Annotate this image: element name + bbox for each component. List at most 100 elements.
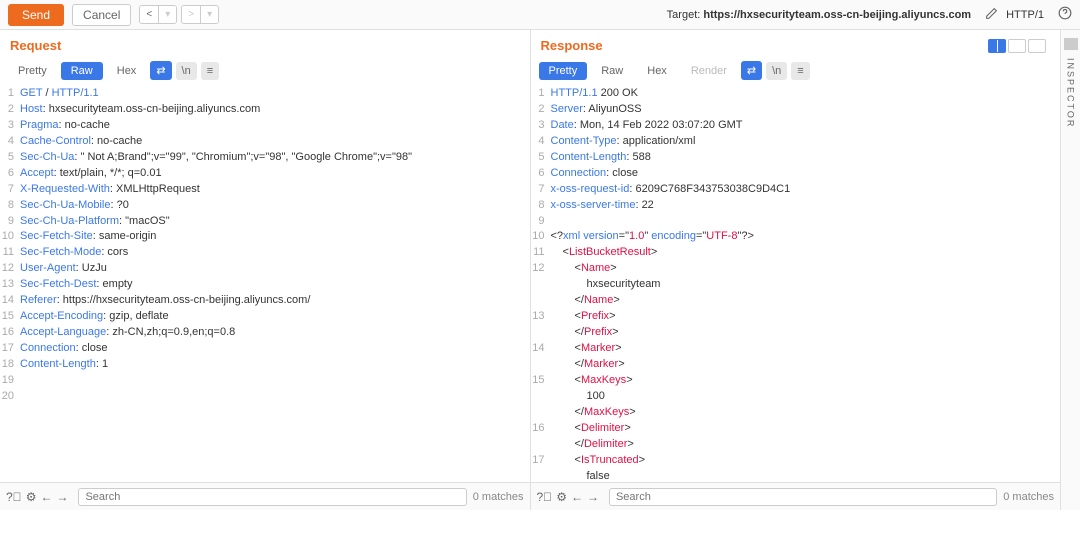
code-line[interactable]: 1GET / HTTP/1.1 [0,86,530,102]
code-line[interactable]: 5Content-Length: 588 [531,150,1061,166]
code-line[interactable]: 10<?xml version="1.0" encoding="UTF-8"?> [531,229,1061,245]
code-line[interactable]: 20 [0,389,530,405]
pencil-icon[interactable] [985,7,998,23]
layout-stack-icon[interactable] [1008,39,1026,53]
code-line[interactable]: 12User-Agent: UzJu [0,261,530,277]
tab-pretty[interactable]: Pretty [8,62,57,80]
newline-toggle-button[interactable]: \n [766,62,787,80]
send-button[interactable]: Send [8,4,64,26]
response-pane: Response Pretty Raw Hex Render ⇄ \n ≡ 1H… [531,30,1080,510]
code-line[interactable]: false [531,469,1061,483]
code-line[interactable]: 18Content-Length: 1 [0,357,530,373]
tab-raw[interactable]: Raw [591,62,633,80]
code-line[interactable]: 6Accept: text/plain, */*; q=0.01 [0,166,530,182]
code-line[interactable]: 9 [531,214,1061,230]
code-line[interactable]: 4Cache-Control: no-cache [0,134,530,150]
request-search-matches: 0 matches [473,491,524,503]
tab-render[interactable]: Render [681,62,737,80]
code-line[interactable]: 17<IsTruncated> [531,453,1061,469]
code-line[interactable]: 3Pragma: no-cache [0,118,530,134]
code-line[interactable]: </Prefix> [531,325,1061,341]
tab-hex[interactable]: Hex [107,62,147,80]
code-line[interactable]: 8Sec-Ch-Ua-Mobile: ?0 [0,198,530,214]
nav-back-button[interactable]: < [140,6,159,23]
layout-two-col-icon[interactable] [988,39,1006,53]
code-line[interactable]: 2Host: hxsecurityteam.oss-cn-beijing.ali… [0,102,530,118]
search-help-icon[interactable]: ?⃝ [537,490,553,504]
code-line[interactable]: 12<Name> [531,261,1061,277]
code-line[interactable]: hxsecurityteam [531,277,1061,293]
top-toolbar: Send Cancel < ▾ > ▾ Target: https://hxse… [0,0,1080,30]
code-line[interactable]: 1HTTP/1.1 200 OK [531,86,1061,102]
request-pane: Request Pretty Raw Hex ⇄ \n ≡ 1GET / HTT… [0,30,531,510]
main-area: Request Pretty Raw Hex ⇄ \n ≡ 1GET / HTT… [0,30,1080,510]
code-line[interactable]: 13<Prefix> [531,309,1061,325]
code-line[interactable]: 13Sec-Fetch-Dest: empty [0,277,530,293]
code-line[interactable]: 15Accept-Encoding: gzip, deflate [0,309,530,325]
code-line[interactable]: 14<Marker> [531,341,1061,357]
response-viewer[interactable]: 1HTTP/1.1 200 OK2Server: AliyunOSS3Date:… [531,84,1061,482]
code-line[interactable]: 19 [0,373,530,389]
wrap-toggle-button[interactable]: ⇄ [150,61,171,80]
code-line[interactable]: </Delimiter> [531,437,1061,453]
code-line[interactable]: 8x-oss-server-time: 22 [531,198,1061,214]
code-line[interactable]: 7x-oss-request-id: 6209C768F343753038C9D… [531,182,1061,198]
search-next-icon[interactable]: → [587,490,599,504]
code-line[interactable]: 14Referer: https://hxsecurityteam.oss-cn… [0,293,530,309]
code-line[interactable]: 100 [531,389,1061,405]
search-help-icon[interactable]: ?⃝ [6,490,22,504]
code-line[interactable]: 6Connection: close [531,166,1061,182]
history-nav-fwd: > ▾ [181,5,219,24]
newline-toggle-button[interactable]: \n [176,62,197,80]
request-tabbar: Pretty Raw Hex ⇄ \n ≡ [0,57,530,84]
layout-single-icon[interactable] [1028,39,1046,53]
code-line[interactable]: 15<MaxKeys> [531,373,1061,389]
response-search-input[interactable] [609,488,997,506]
code-line[interactable]: 9Sec-Ch-Ua-Platform: "macOS" [0,214,530,230]
response-tabbar: Pretty Raw Hex Render ⇄ \n ≡ [531,57,1061,84]
wrap-toggle-button[interactable]: ⇄ [741,61,762,80]
response-bottom-bar: ?⃝ ⚙ ← → 0 matches [531,482,1061,510]
nav-back-dropdown[interactable]: ▾ [159,6,176,23]
code-line[interactable]: 16<Delimiter> [531,421,1061,437]
search-settings-icon[interactable]: ⚙ [556,490,567,504]
cancel-button[interactable]: Cancel [72,4,131,26]
response-search-matches: 0 matches [1003,491,1054,503]
target-url: https://hxsecurityteam.oss-cn-beijing.al… [703,9,971,21]
code-line[interactable]: 16Accept-Language: zh-CN,zh;q=0.9,en;q=0… [0,325,530,341]
code-line[interactable]: </Name> [531,293,1061,309]
code-line[interactable]: 7X-Requested-With: XMLHttpRequest [0,182,530,198]
request-title: Request [10,38,61,53]
request-search-input[interactable] [78,488,466,506]
code-line[interactable]: </Marker> [531,357,1061,373]
target-label: Target: https://hxsecurityteam.oss-cn-be… [667,9,971,21]
code-line[interactable]: 11Sec-Fetch-Mode: cors [0,245,530,261]
code-line[interactable]: 2Server: AliyunOSS [531,102,1061,118]
tab-pretty[interactable]: Pretty [539,62,588,80]
response-title: Response [541,38,603,53]
code-line[interactable]: 4Content-Type: application/xml [531,134,1061,150]
history-nav: < ▾ [139,5,177,24]
search-prev-icon[interactable]: ← [40,490,52,504]
search-next-icon[interactable]: → [56,490,68,504]
code-line[interactable]: 10Sec-Fetch-Site: same-origin [0,229,530,245]
tab-hex[interactable]: Hex [637,62,677,80]
menu-button[interactable]: ≡ [201,62,219,80]
nav-fwd-button[interactable]: > [182,6,201,23]
code-line[interactable]: 11<ListBucketResult> [531,245,1061,261]
tab-raw[interactable]: Raw [61,62,103,80]
inspector-toggle-icon[interactable] [1064,38,1078,50]
search-settings-icon[interactable]: ⚙ [26,490,37,504]
code-line[interactable]: </MaxKeys> [531,405,1061,421]
code-line[interactable]: 3Date: Mon, 14 Feb 2022 03:07:20 GMT [531,118,1061,134]
request-editor[interactable]: 1GET / HTTP/1.12Host: hxsecurityteam.oss… [0,84,530,482]
code-line[interactable]: 5Sec-Ch-Ua: " Not A;Brand";v="99", "Chro… [0,150,530,166]
menu-button[interactable]: ≡ [791,62,809,80]
search-prev-icon[interactable]: ← [571,490,583,504]
http-version[interactable]: HTTP/1 [1006,9,1044,21]
code-line[interactable]: 17Connection: close [0,341,530,357]
nav-fwd-dropdown[interactable]: ▾ [201,6,218,23]
help-icon[interactable] [1058,6,1072,23]
layout-switcher [988,39,1046,53]
inspector-sidebar[interactable]: INSPECTOR [1060,30,1080,510]
